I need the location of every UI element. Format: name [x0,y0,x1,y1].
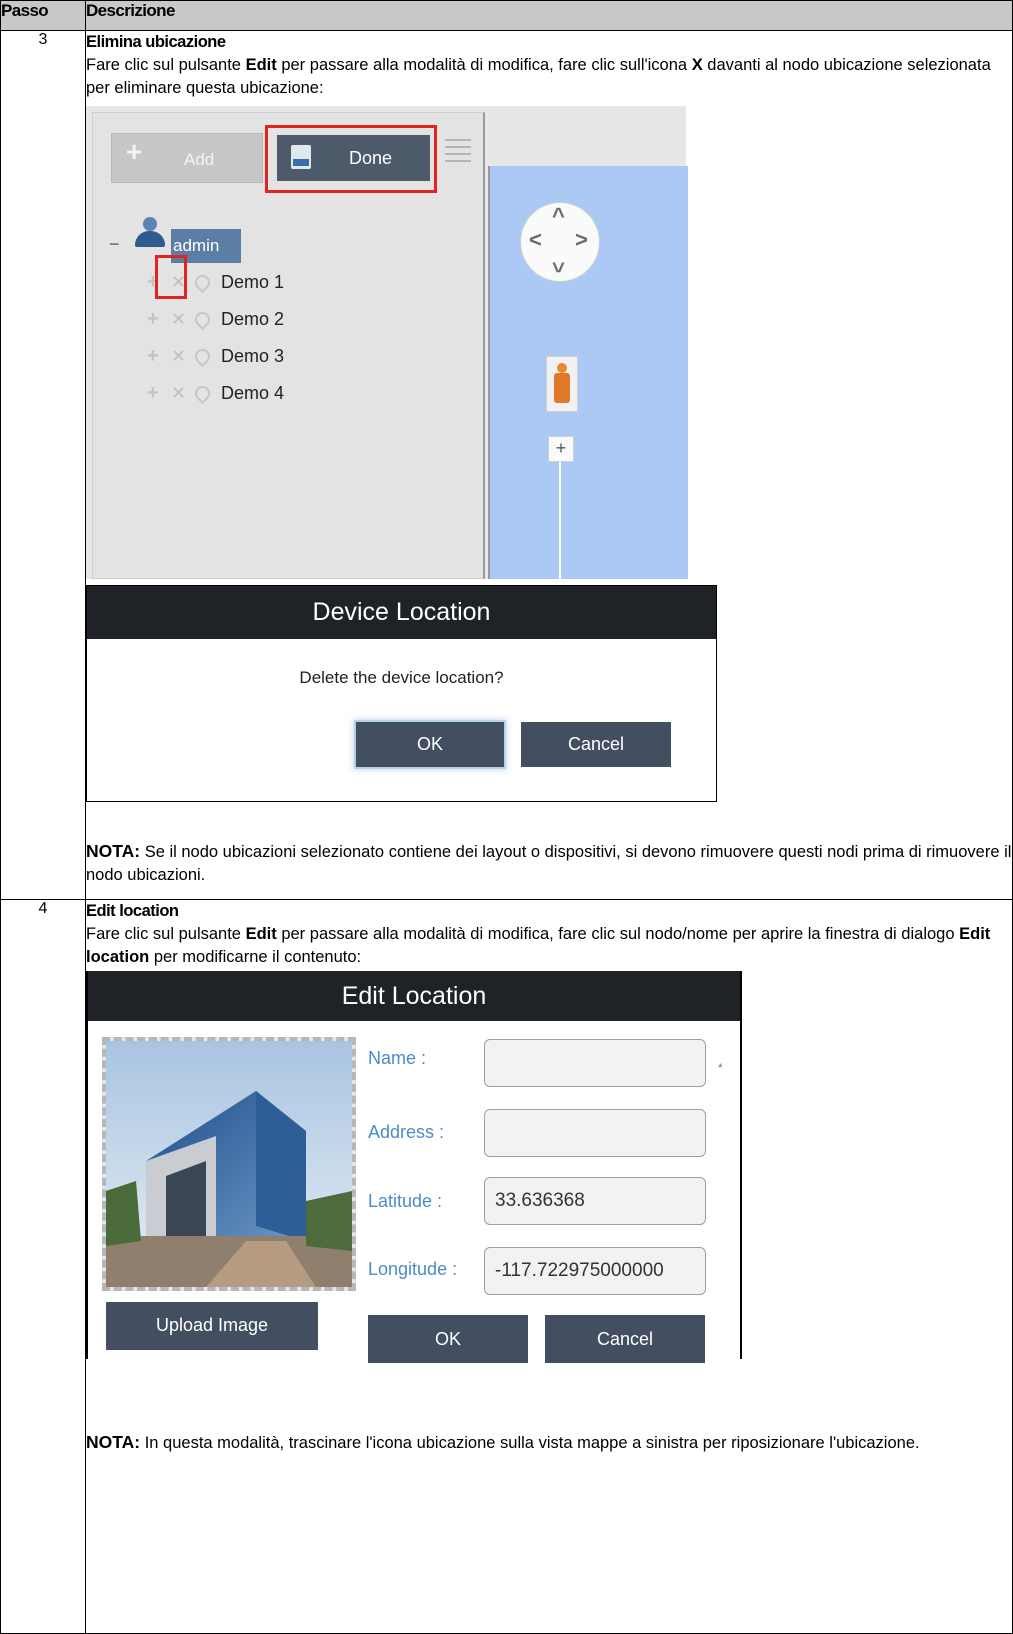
note-label: NOTA: [86,1432,141,1452]
instruction-edit-keyword: Edit [245,56,277,74]
step-number: 3 [0,30,86,900]
building-photo [106,1041,352,1287]
table-row: 4 Edit location Fare clic sul pulsante E… [0,899,1013,1634]
edit-location-dialog: Edit Location Name: * Address: Latitud… [86,971,742,1363]
ok-button[interactable]: OK [356,722,504,767]
delete-icon[interactable]: ✕ [171,378,186,408]
map-view[interactable]: ^ < > ^ + [488,166,688,582]
tree-item-label[interactable]: Demo 1 [221,267,284,297]
instruction-text: per modificarne il contenuto: [149,948,362,966]
plus-icon: + [126,136,143,167]
steps-table: Passo Descrizione 3 Elimina ubicazione F… [0,0,1013,1634]
table-row: 3 Elimina ubicazione Fare clic sul pulsa… [0,30,1013,900]
device-location-dialog: Device Location Delete the device locati… [86,585,717,802]
add-child-icon[interactable]: + [147,378,159,408]
dialog-title: Device Location [87,586,716,639]
add-child-icon[interactable]: + [147,341,159,371]
add-child-icon[interactable]: + [147,304,159,334]
street-view-pegman-icon[interactable] [546,356,578,412]
location-pin-icon [191,308,214,331]
step-number: 4 [0,899,86,1634]
delete-icon[interactable]: ✕ [171,341,186,371]
zoom-slider-track[interactable] [559,462,561,582]
note-text: Se il nodo ubicazioni selezionato contie… [86,843,1012,884]
cancel-button[interactable]: Cancel [545,1315,705,1363]
location-tree-panel: + Add Done − admin + ✕ Demo 1 + ✕ Demo 2… [92,112,485,579]
step-note: NOTA: Se il nodo ubicazioni selezionato … [86,840,1012,889]
collapse-icon[interactable]: − [109,233,120,256]
name-input[interactable] [484,1039,706,1087]
location-image [102,1037,356,1291]
address-input[interactable] [484,1109,706,1157]
delete-icon-highlight-box [155,255,187,299]
pan-up-icon[interactable]: ^ [552,205,565,227]
location-tree-screenshot: + Add Done − admin + ✕ Demo 1 + ✕ Demo 2… [86,106,688,582]
location-pin-icon [191,345,214,368]
step-title: Edit location [86,902,179,920]
longitude-label: Longitude : [368,1259,458,1279]
location-pin-icon [191,382,214,405]
step-instructions: Fare clic sul pulsante Edit per passare … [86,923,1012,969]
instruction-edit-keyword: Edit [245,925,277,943]
step-note: NOTA: In questa modalità, trascinare l'i… [86,1431,1012,1455]
pan-left-icon[interactable]: < [529,229,542,251]
table-header-row: Passo Descrizione [0,0,1013,31]
instruction-text: Fare clic sul pulsante [86,56,246,74]
delete-icon[interactable]: ✕ [171,304,186,334]
pan-control[interactable]: ^ < > ^ [520,202,600,282]
upload-image-button[interactable]: Upload Image [106,1302,318,1350]
add-button-label: Add [184,150,215,169]
step-description: Elimina ubicazione Fare clic sul pulsant… [85,30,1013,900]
cancel-button[interactable]: Cancel [521,722,671,767]
latitude-label: Latitude : [368,1191,443,1211]
pan-down-icon[interactable]: ^ [552,252,565,277]
required-marker: * [718,1061,723,1075]
step-title: Elimina ubicazione [86,33,226,51]
pan-right-icon[interactable]: > [575,229,588,251]
tree-item-label[interactable]: Demo 4 [221,378,284,408]
dialog-title: Edit Location [88,971,740,1021]
instruction-text: Fare clic sul pulsante [86,925,246,943]
menu-icon[interactable] [443,135,473,175]
latitude-input[interactable] [484,1177,706,1225]
instruction-x-keyword: X [691,56,703,74]
done-highlight-box [265,125,437,193]
add-button[interactable]: + Add [111,133,263,183]
instruction-text: per passare alla modalità di modifica, f… [276,56,692,74]
column-header-step: Passo [0,0,86,31]
step-instructions: Fare clic sul pulsante Edit per passare … [86,54,1012,100]
dialog-message: Delete the device location? [299,668,504,687]
instruction-text: per passare alla modalità di modifica, f… [276,925,960,943]
address-label: Address : [368,1122,445,1142]
longitude-input[interactable] [484,1247,706,1295]
note-label: NOTA: [86,841,141,861]
location-pin-icon [191,271,214,294]
zoom-in-button[interactable]: + [548,436,574,462]
tree-item-label[interactable]: Demo 2 [221,304,284,334]
ok-button[interactable]: OK [368,1315,528,1363]
note-text: In questa modalità, trascinare l'icona u… [140,1434,920,1452]
tree-item-label[interactable]: Demo 3 [221,341,284,371]
step-description: Edit location Fare clic sul pulsante Edi… [85,899,1013,1634]
name-label: Name : [368,1048,427,1068]
column-header-description: Descrizione [85,0,1013,31]
user-icon [133,217,167,251]
